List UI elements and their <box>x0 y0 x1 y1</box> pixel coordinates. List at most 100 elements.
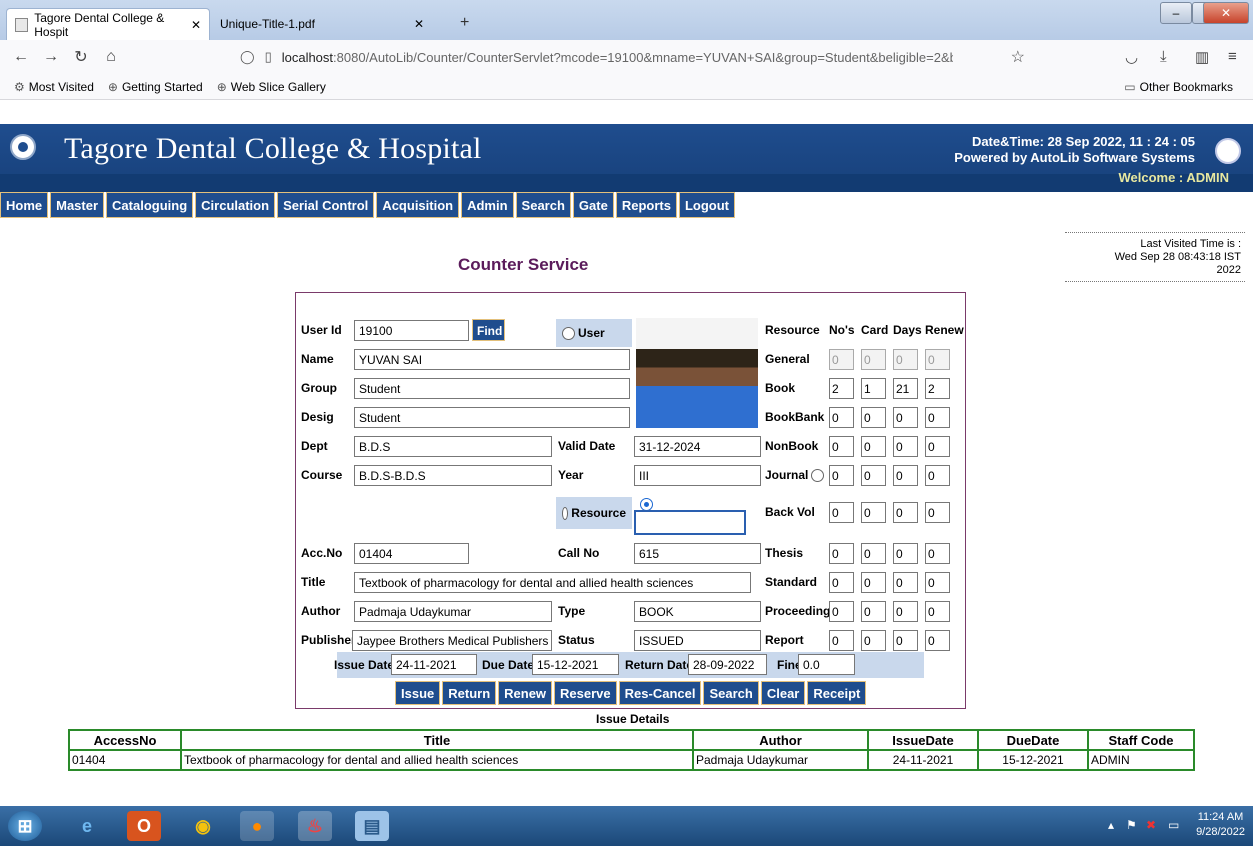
url-bar[interactable]: ◯ ▯ localhost:8080/AutoLib/Counter/Count… <box>240 44 1025 70</box>
resource-report-days-field[interactable]: 0 <box>893 630 918 651</box>
resource-bookbank-days-field[interactable]: 0 <box>893 407 918 428</box>
file-explorer-icon[interactable]: ▤ <box>355 811 389 841</box>
resource-book-days-field[interactable]: 21 <box>893 378 918 399</box>
flag-icon[interactable]: ⚑ <box>1126 818 1137 832</box>
resource-book-nos-field[interactable]: 2 <box>829 378 854 399</box>
resource-nonbook-renew-field[interactable]: 0 <box>925 436 950 457</box>
resource-journal-nos-field[interactable]: 0 <box>829 465 854 486</box>
clear-button[interactable]: Clear <box>760 681 806 705</box>
issue-date-field[interactable]: 24-11-2021 <box>391 654 477 675</box>
resource-thesis-renew-field[interactable]: 0 <box>925 543 950 564</box>
resource-proceeding-days-field[interactable]: 0 <box>893 601 918 622</box>
menu-icon[interactable]: ≡ <box>1228 48 1237 65</box>
renew-button[interactable]: Renew <box>498 681 553 705</box>
journal-radio-icon[interactable] <box>811 469 824 482</box>
menu-circulation[interactable]: Circulation <box>195 192 276 218</box>
resource-general-renew-field[interactable]: 0 <box>925 349 950 370</box>
firefox-icon[interactable]: ● <box>240 811 274 841</box>
group-field[interactable]: Student <box>354 378 630 399</box>
resource-nonbook-card-field[interactable]: 0 <box>861 436 886 457</box>
resource-general-nos-field[interactable]: 0 <box>829 349 854 370</box>
menu-reports[interactable]: Reports <box>615 192 677 218</box>
menu-cataloguing[interactable]: Cataloguing <box>106 192 194 218</box>
resource-bookbank-renew-field[interactable]: 0 <box>925 407 950 428</box>
resource-standard-renew-field[interactable]: 0 <box>925 572 950 593</box>
title-field[interactable]: Textbook of pharmacology for dental and … <box>354 572 751 593</box>
clock[interactable]: 11:24 AM 9/28/2022 <box>1196 810 1245 840</box>
other-bookmarks[interactable]: ▭ Other Bookmarks <box>1124 80 1233 94</box>
radio-user-icon[interactable] <box>562 326 575 340</box>
reserve-button[interactable]: Reserve <box>554 681 617 705</box>
call-no-field[interactable]: 615 <box>634 543 761 564</box>
dept-field[interactable]: B.D.S <box>354 436 552 457</box>
return-button[interactable]: Return <box>442 681 497 705</box>
menu-master[interactable]: Master <box>50 192 105 218</box>
bookmark-web-slice[interactable]: ⊕ Web Slice Gallery <box>217 80 326 94</box>
resource-book-renew-field[interactable]: 2 <box>925 378 950 399</box>
close-tab-icon[interactable]: ✕ <box>191 18 201 32</box>
menu-home[interactable]: Home <box>0 192 49 218</box>
resource-standard-nos-field[interactable]: 0 <box>829 572 854 593</box>
year-field[interactable]: III <box>634 465 761 486</box>
menu-gate[interactable]: Gate <box>572 192 614 218</box>
resource-standard-days-field[interactable]: 0 <box>893 572 918 593</box>
bookmark-star-icon[interactable]: ☆ <box>1011 47 1025 67</box>
resource-journal-card-field[interactable]: 0 <box>861 465 886 486</box>
menu-logout[interactable]: Logout <box>678 192 735 218</box>
back-icon[interactable]: ← <box>6 48 36 66</box>
resource-journal-days-field[interactable]: 0 <box>893 465 918 486</box>
menu-serial-control[interactable]: Serial Control <box>277 192 375 218</box>
new-tab-icon[interactable]: + <box>460 14 469 32</box>
return-date-field[interactable]: 28-09-2022 <box>688 654 767 675</box>
status-field[interactable]: ISSUED <box>634 630 761 651</box>
resource-back-vol-renew-field[interactable]: 0 <box>925 502 950 523</box>
resource-thesis-nos-field[interactable]: 0 <box>829 543 854 564</box>
menu-admin[interactable]: Admin <box>461 192 514 218</box>
course-field[interactable]: B.D.S-B.D.S <box>354 465 552 486</box>
resource-nonbook-nos-field[interactable]: 0 <box>829 436 854 457</box>
resource-general-days-field[interactable]: 0 <box>893 349 918 370</box>
resource-proceeding-renew-field[interactable]: 0 <box>925 601 950 622</box>
reload-icon[interactable]: ↻ <box>66 47 96 67</box>
publisher-field[interactable]: Jaypee Brothers Medical Publishers ( <box>352 630 552 651</box>
user-id-field[interactable]: 19100 <box>354 320 469 341</box>
issue-button[interactable]: Issue <box>395 681 441 705</box>
volume-muted-icon[interactable]: ✖ <box>1146 818 1156 832</box>
tab-pdf[interactable]: Unique-Title-1.pdf ✕ <box>212 8 432 40</box>
resource-back-vol-nos-field[interactable]: 0 <box>829 502 854 523</box>
pocket-icon[interactable]: ◡ <box>1125 48 1138 66</box>
find-button[interactable]: Find <box>472 319 505 341</box>
valid-date-field[interactable]: 31-12-2024 <box>634 436 761 457</box>
java-icon[interactable]: ♨ <box>298 811 332 841</box>
res-cancel-button[interactable]: Res-Cancel <box>618 681 702 705</box>
user-radio[interactable]: User <box>556 319 632 347</box>
forward-icon[interactable]: → <box>36 48 66 66</box>
due-date-field[interactable]: 15-12-2021 <box>532 654 619 675</box>
resource-back-vol-days-field[interactable]: 0 <box>893 502 918 523</box>
show-hidden-icons[interactable]: ▴ <box>1108 818 1114 832</box>
resource-proceeding-card-field[interactable]: 0 <box>861 601 886 622</box>
office-icon[interactable]: O <box>127 811 161 841</box>
close-window-button[interactable]: ✕ <box>1203 2 1249 24</box>
resource-proceeding-nos-field[interactable]: 0 <box>829 601 854 622</box>
resource-input[interactable] <box>634 510 746 535</box>
chrome-icon[interactable]: ◉ <box>186 811 220 841</box>
resource-thesis-days-field[interactable]: 0 <box>893 543 918 564</box>
desig-field[interactable]: Student <box>354 407 630 428</box>
start-button-icon[interactable]: ⊞ <box>8 811 42 841</box>
resource-back-vol-card-field[interactable]: 0 <box>861 502 886 523</box>
type-field[interactable]: BOOK <box>634 601 761 622</box>
resource-report-renew-field[interactable]: 0 <box>925 630 950 651</box>
acc-no-field[interactable]: 01404 <box>354 543 469 564</box>
menu-search[interactable]: Search <box>515 192 571 218</box>
author-field[interactable]: Padmaja Udaykumar <box>354 601 552 622</box>
resource-journal-renew-field[interactable]: 0 <box>925 465 950 486</box>
receipt-button[interactable]: Receipt <box>807 681 867 705</box>
resource-report-card-field[interactable]: 0 <box>861 630 886 651</box>
resource-report-nos-field[interactable]: 0 <box>829 630 854 651</box>
resource-standard-card-field[interactable]: 0 <box>861 572 886 593</box>
resource-bookbank-card-field[interactable]: 0 <box>861 407 886 428</box>
resource-thesis-card-field[interactable]: 0 <box>861 543 886 564</box>
resource-radio[interactable]: Resource <box>556 497 632 529</box>
home-icon[interactable]: ⌂ <box>96 48 126 66</box>
